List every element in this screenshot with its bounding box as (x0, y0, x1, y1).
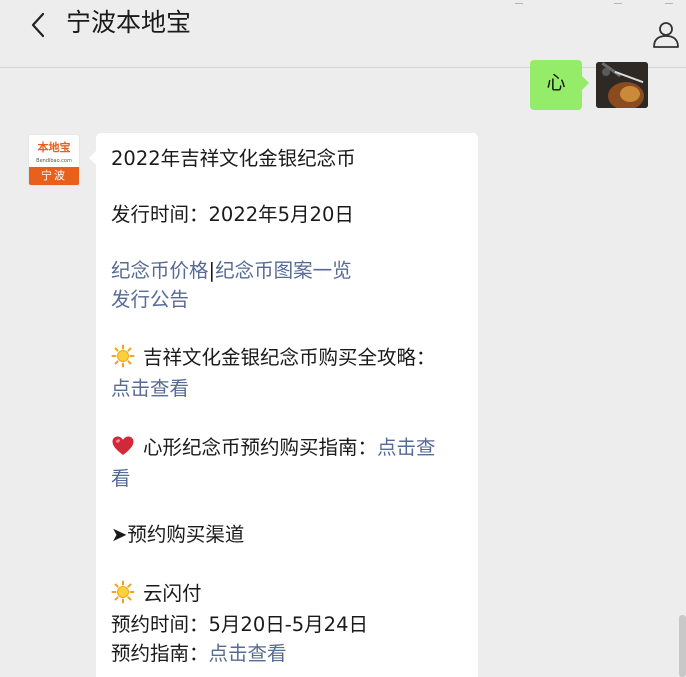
reserve-guide-label: 预约指南： (111, 642, 209, 665)
self-avatar[interactable] (596, 62, 648, 108)
reserve-guide-link[interactable]: 点击查看 (209, 642, 287, 665)
official-account-avatar[interactable]: 本地宝 Bendibao.com 宁波 (28, 134, 80, 186)
heart-link-continued[interactable]: 看 (111, 467, 131, 490)
guide-label: 吉祥文化金银纪念币购买全攻略： (143, 346, 436, 369)
avatar-city-label: 宁波 (29, 167, 79, 185)
heart-link[interactable]: 点击查 (377, 436, 436, 459)
link-row: 发行公告 (111, 285, 189, 315)
guide-link[interactable]: 点击查看 (111, 377, 189, 400)
bubble-tail (89, 151, 96, 165)
avatar-logo-url: Bendibao.com (36, 158, 72, 164)
release-time: 发行时间：2022年5月20日 (111, 203, 354, 226)
channel-heading: ➤预约购买渠道 (111, 523, 245, 546)
link-row: 纪念币价格|纪念币图案一览 (111, 256, 352, 286)
heart-link-row: 看 (111, 464, 131, 494)
chat-info-button[interactable] (650, 18, 682, 50)
heart-label: 心形纪念币预约购买指南： (143, 436, 378, 459)
bubble-tail (582, 76, 589, 90)
chevron-left-icon (31, 12, 45, 38)
divider (614, 0, 622, 4)
yunshanfu-row: 云闪付 (111, 579, 202, 609)
sun-emoji (111, 580, 137, 604)
avatar-image (596, 62, 648, 108)
sun-icon (111, 580, 135, 604)
avatar-logo-text: 本地宝 (37, 141, 71, 154)
sun-emoji (111, 344, 137, 368)
heart-row: 心形纪念币预约购买指南：点击查 (111, 433, 436, 463)
outgoing-message-text: 心 (546, 72, 566, 94)
divider (665, 0, 673, 4)
scrollbar[interactable] (679, 615, 686, 677)
guide-link-row: 点击查看 (111, 374, 189, 404)
message-title: 2022年吉祥文化金银纪念币 (111, 147, 356, 170)
price-link[interactable]: 纪念币价格 (111, 259, 209, 282)
back-button[interactable] (22, 8, 56, 42)
chat-title: 宁波本地宝 (66, 8, 192, 37)
sun-icon (111, 344, 135, 368)
top-bar: 宁波本地宝 (0, 0, 686, 68)
patterns-link[interactable]: 纪念币图案一览 (215, 259, 352, 282)
outgoing-message-bubble[interactable]: 心 (530, 60, 589, 110)
notice-link[interactable]: 发行公告 (111, 288, 189, 311)
divider (515, 0, 523, 4)
guide-row: 吉祥文化金银纪念币购买全攻略： (111, 343, 436, 373)
reserve-time: 预约时间：5月20日-5月24日 (111, 613, 368, 636)
person-icon (653, 22, 679, 48)
reserve-guide-row: 预约指南：点击查看 (111, 639, 287, 669)
yunshanfu-label: 云闪付 (143, 582, 202, 605)
heart-icon (112, 436, 134, 455)
heart-emoji (111, 434, 137, 458)
